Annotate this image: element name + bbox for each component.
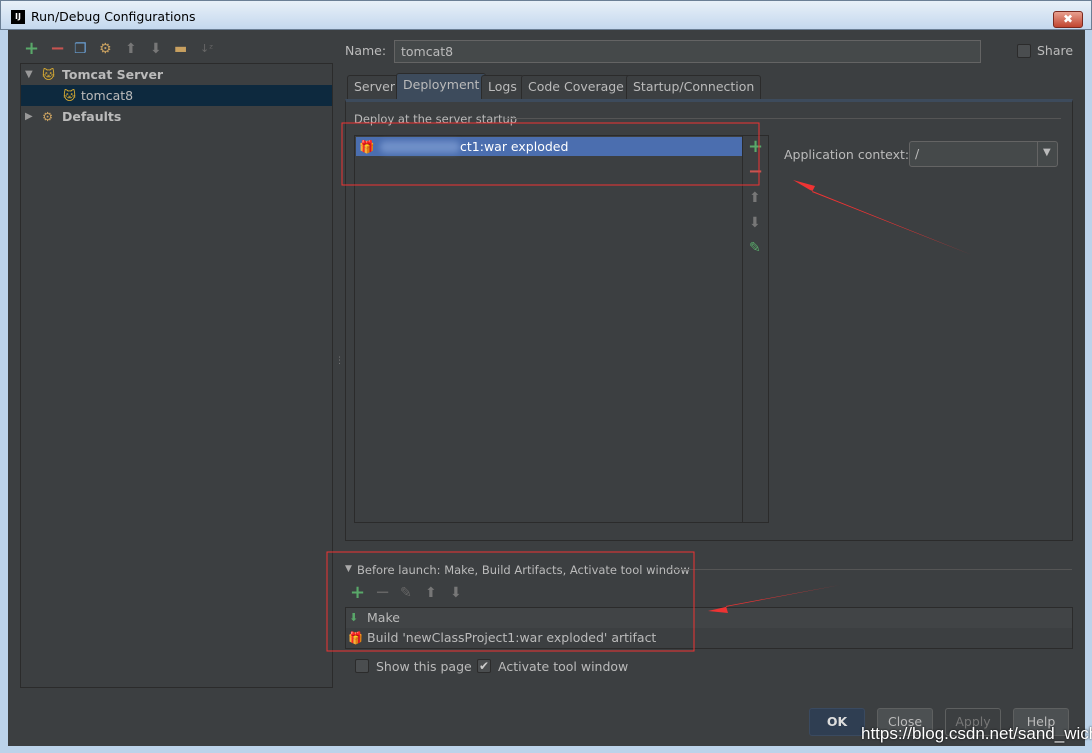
annotation-arrow [708,585,840,613]
annotation-box [341,122,760,186]
watermark: https://blog.csdn.net/sand_wich [861,724,1092,743]
annotation-arrow [793,180,972,255]
annotation-box [326,551,695,652]
annotation-overlay [326,122,972,652]
